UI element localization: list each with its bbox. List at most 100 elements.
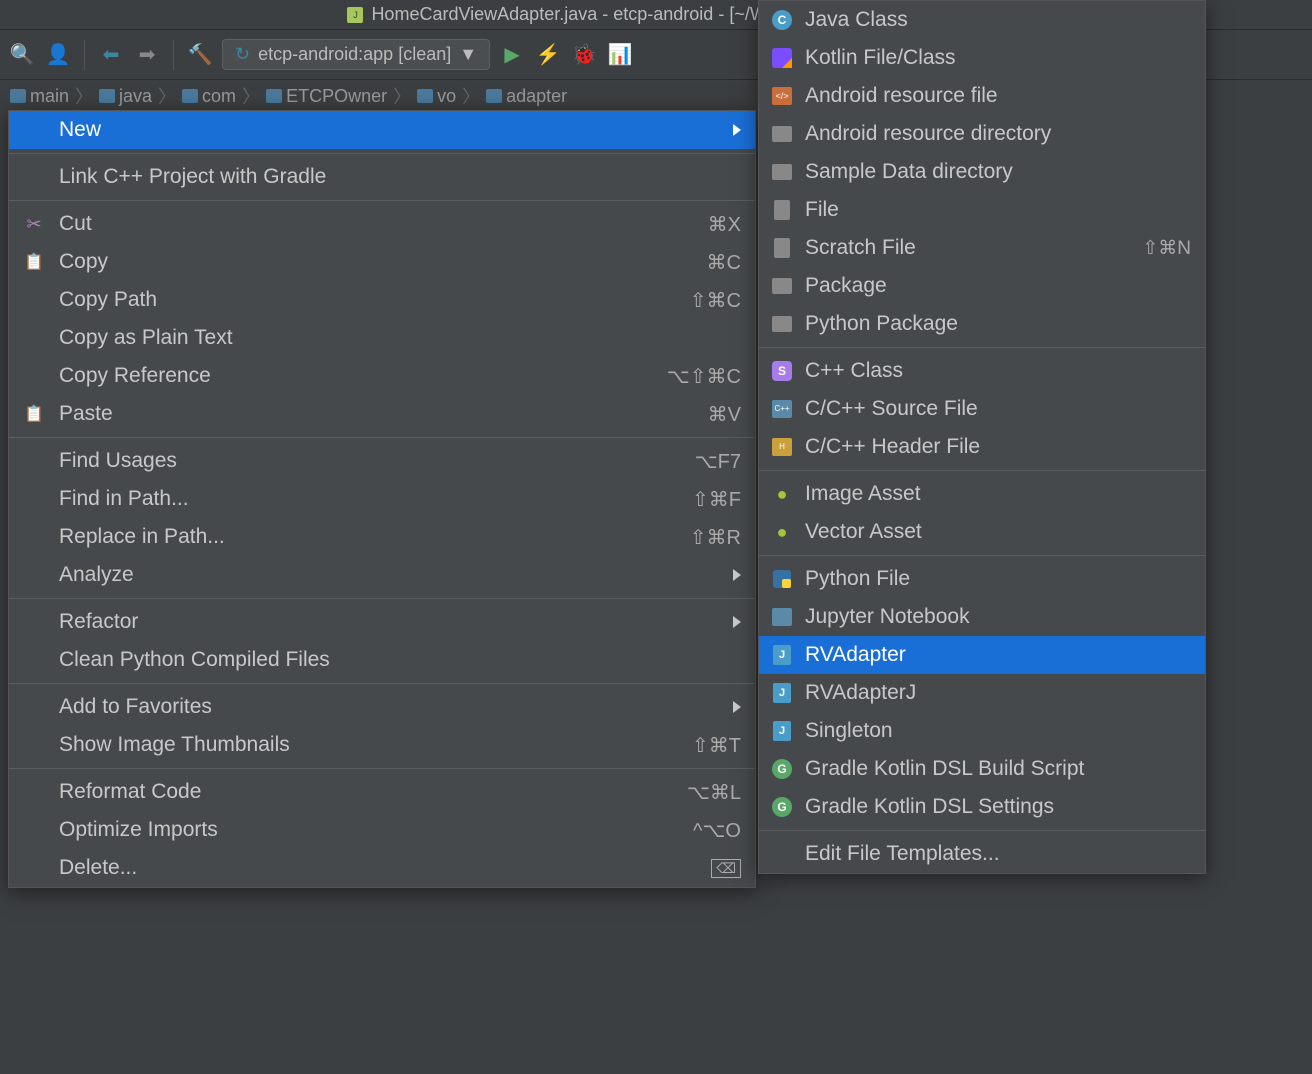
submenu-item-label: Image Asset [805, 482, 921, 506]
folder-icon [486, 89, 502, 103]
build-icon[interactable]: 🔨 [186, 41, 214, 69]
breadcrumb-item[interactable]: adapter [486, 86, 567, 107]
menu-item-label: Optimize Imports [59, 818, 218, 842]
submenu-item-scratch-file[interactable]: Scratch File ⇧⌘N [759, 229, 1205, 267]
submenu-item-rvadapter[interactable]: JRVAdapter [759, 636, 1205, 674]
menu-item-find-in-path-[interactable]: Find in Path...⇧⌘F [9, 480, 755, 518]
folder-icon [417, 89, 433, 103]
shortcut-label: ⇧⌘N [1142, 237, 1191, 260]
submenu-item-singleton[interactable]: JSingleton [759, 712, 1205, 750]
submenu-item-label: Sample Data directory [805, 160, 1013, 184]
submenu-item-gradle-kotlin-dsl-settings[interactable]: GGradle Kotlin DSL Settings [759, 788, 1205, 826]
breadcrumb-label: adapter [506, 86, 567, 107]
menu-separator [759, 470, 1205, 471]
shortcut-label: ⇧⌘F [692, 487, 741, 512]
submenu-item-jupyter-notebook[interactable]: Jupyter Notebook [759, 598, 1205, 636]
menu-item-link-c-project-with-gradle[interactable]: Link C++ Project with Gradle [9, 158, 755, 196]
structure-icon[interactable]: 👤 [44, 41, 72, 69]
submenu-item-edit-file-templates-[interactable]: Edit File Templates... [759, 835, 1205, 873]
submenu-item-java-class[interactable]: CJava Class [759, 1, 1205, 39]
submenu-arrow-icon [733, 616, 741, 628]
submenu-item-vector-asset[interactable]: ●Vector Asset [759, 513, 1205, 551]
submenu-item-image-asset[interactable]: ●Image Asset [759, 475, 1205, 513]
submenu-item-python-file[interactable]: Python File [759, 560, 1205, 598]
menu-item-label: Analyze [59, 563, 134, 587]
s-icon: S [771, 360, 793, 382]
menu-separator [9, 598, 755, 599]
menu-item-analyze[interactable]: Analyze [9, 556, 755, 594]
menu-separator [759, 555, 1205, 556]
separator [173, 40, 174, 70]
submenu-item-label: Vector Asset [805, 520, 922, 544]
menu-item-copy-as-plain-text[interactable]: Copy as Plain Text [9, 319, 755, 357]
c-icon: C [771, 9, 793, 31]
submenu-item-label: Scratch File [805, 236, 916, 260]
breadcrumb-label: com [202, 86, 236, 107]
g-icon: G [771, 796, 793, 818]
menu-item-label: Copy [59, 250, 108, 274]
submenu-item-c-c-header-file[interactable]: HC/C++ Header File [759, 428, 1205, 466]
menu-item-label: New [59, 118, 101, 142]
submenu-item-label: Android resource directory [805, 122, 1051, 146]
menu-item-new[interactable]: New [9, 111, 755, 149]
menu-item-clean-python-compiled-files[interactable]: Clean Python Compiled Files [9, 641, 755, 679]
breadcrumb-item[interactable]: vo [417, 86, 456, 107]
xml-icon: </> [771, 85, 793, 107]
breadcrumb-item[interactable]: ETCPOwner [266, 86, 387, 107]
new-submenu: CJava ClassKotlin File/Class</>Android r… [758, 0, 1206, 874]
g-icon: G [771, 758, 793, 780]
menu-item-refactor[interactable]: Refactor [9, 603, 755, 641]
menu-item-copy[interactable]: 📋Copy⌘C [9, 243, 755, 281]
breadcrumb-label: main [30, 86, 69, 107]
run-config-selector[interactable]: ↻ etcp-android:app [clean] ▼ [222, 39, 490, 70]
apply-icon[interactable]: ⚡ [534, 41, 562, 69]
breadcrumb-item[interactable]: main [10, 86, 69, 107]
breadcrumb-item[interactable]: com [182, 86, 236, 107]
folder-icon [182, 89, 198, 103]
menu-separator [9, 153, 755, 154]
forward-icon[interactable]: ➡ [133, 41, 161, 69]
submenu-item-android-resource-directory[interactable]: Android resource directory [759, 115, 1205, 153]
submenu-item-label: C++ Class [805, 359, 903, 383]
menu-item-copy-reference[interactable]: Copy Reference ⌥⇧⌘C [9, 357, 755, 395]
submenu-item-file[interactable]: File [759, 191, 1205, 229]
menu-item-label: Copy Reference [59, 364, 211, 388]
menu-item-label: Paste [59, 402, 113, 426]
file-icon [771, 199, 793, 221]
chevron-right-icon: 〉 [242, 83, 260, 109]
back-icon[interactable]: ⬅ [97, 41, 125, 69]
menu-item-show-image-thumbnails[interactable]: Show Image Thumbnails⇧⌘T [9, 726, 755, 764]
menu-item-add-to-favorites[interactable]: Add to Favorites [9, 688, 755, 726]
menu-item-delete-[interactable]: Delete...⌫ [9, 849, 755, 887]
run-icon[interactable]: ▶ [498, 41, 526, 69]
menu-item-copy-path[interactable]: Copy Path⇧⌘C [9, 281, 755, 319]
menu-item-label: Find Usages [59, 449, 177, 473]
j-icon: J [771, 720, 793, 742]
submenu-item-rvadapterj[interactable]: JRVAdapterJ [759, 674, 1205, 712]
submenu-item-c-c-source-file[interactable]: C++C/C++ Source File [759, 390, 1205, 428]
breadcrumb-item[interactable]: java [99, 86, 152, 107]
submenu-item-kotlin-file-class[interactable]: Kotlin File/Class [759, 39, 1205, 77]
submenu-item-sample-data-directory[interactable]: Sample Data directory [759, 153, 1205, 191]
menu-item-cut[interactable]: ✂Cut⌘X [9, 205, 755, 243]
scissors-icon: ✂ [23, 213, 45, 235]
menu-item-reformat-code[interactable]: Reformat Code⌥⌘L [9, 773, 755, 811]
submenu-item-android-resource-file[interactable]: </>Android resource file [759, 77, 1205, 115]
search-icon[interactable]: 🔍 [8, 41, 36, 69]
k-icon [771, 47, 793, 69]
menu-item-paste[interactable]: 📋Paste⌘V [9, 395, 755, 433]
submenu-item-package[interactable]: Package [759, 267, 1205, 305]
clipboard-icon: 📋 [23, 403, 45, 425]
debug-icon[interactable]: 🐞 [570, 41, 598, 69]
menu-item-optimize-imports[interactable]: Optimize Imports^⌥O [9, 811, 755, 849]
profile-icon[interactable]: 📊 [606, 41, 634, 69]
submenu-arrow-icon [733, 569, 741, 581]
submenu-item-c-class[interactable]: S C++ Class [759, 352, 1205, 390]
menu-item-replace-in-path-[interactable]: Replace in Path...⇧⌘R [9, 518, 755, 556]
menu-item-find-usages[interactable]: Find Usages⌥F7 [9, 442, 755, 480]
jup-icon [771, 606, 793, 628]
folder-icon [10, 89, 26, 103]
submenu-item-gradle-kotlin-dsl-build-script[interactable]: GGradle Kotlin DSL Build Script [759, 750, 1205, 788]
submenu-item-python-package[interactable]: Python Package [759, 305, 1205, 343]
shortcut-label: ⌥⇧⌘C [667, 364, 741, 389]
